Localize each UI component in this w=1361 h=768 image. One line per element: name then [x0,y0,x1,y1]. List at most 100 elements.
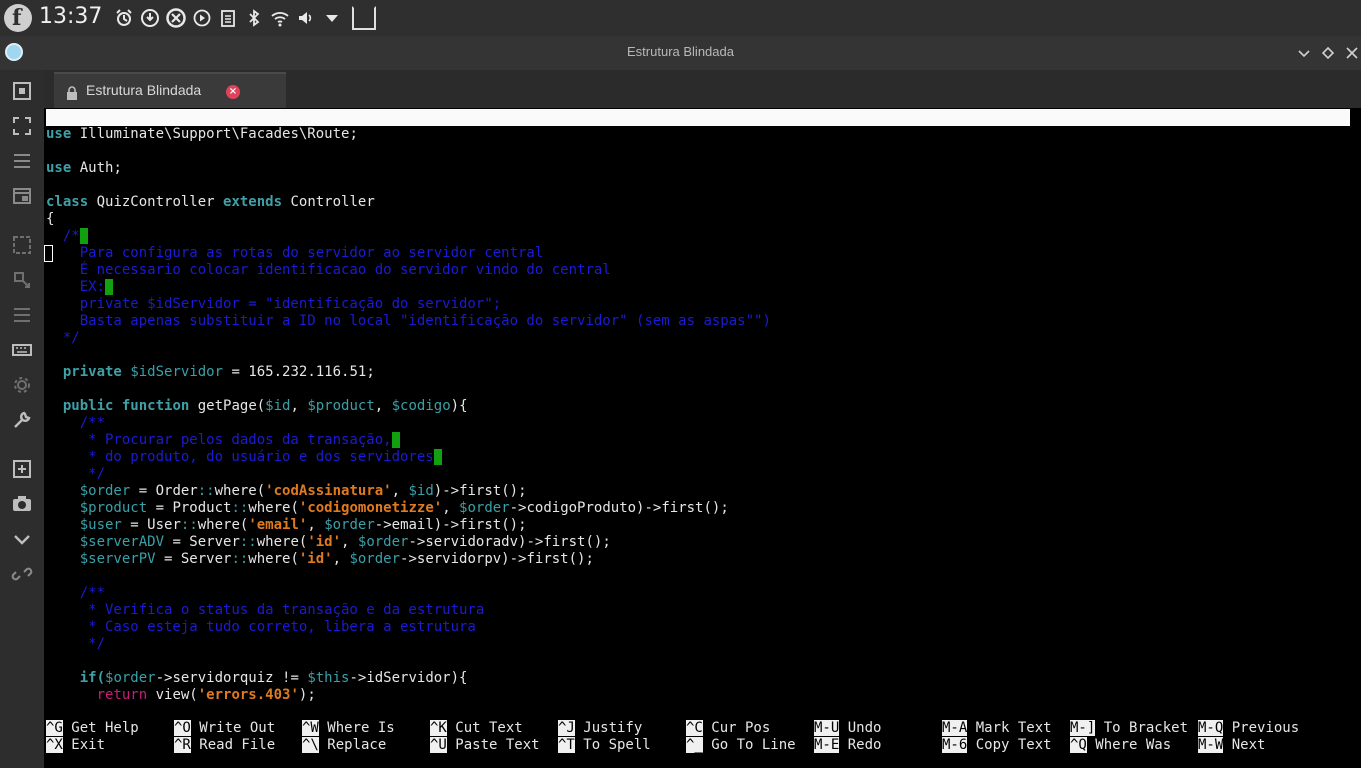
lock-icon [66,85,78,100]
close-tab-icon[interactable]: × [226,85,240,99]
shortcut-label: Where Was [1086,737,1172,753]
show-desktop-icon[interactable] [352,6,376,30]
shortcut-item: ^Q Where Was [1070,737,1171,754]
fedora-logo-icon[interactable]: f [4,4,32,32]
comment-line: /** [46,415,106,431]
code-line: use Illuminate\Support\Facades\Route; [46,126,358,142]
chevron-down-icon[interactable] [11,528,33,550]
volume-icon[interactable] [296,8,316,28]
code-line: $product = Product::where('codigomonetiz… [79,500,729,516]
code-line: if($order->servidorquiz != $this->idServ… [79,670,468,686]
system-panel: f 13:37 [0,0,1361,36]
camera-icon[interactable] [11,493,33,515]
shortcut-label: Get Help [62,720,139,736]
select-area-icon[interactable] [11,234,33,256]
shortcut-label: Redo [839,737,882,753]
shortcut-key: ^Q [1070,737,1087,753]
clipboard-icon[interactable] [218,8,238,28]
list-icon[interactable] [11,304,33,326]
resize-icon[interactable] [11,269,33,291]
shortcut-item: ^K Cut Text [430,720,523,737]
comment-line: Basta apenas substituir a ID no local "i… [46,313,771,329]
maximize-icon[interactable] [1318,43,1338,63]
shortcut-item: ^U Paste Text [430,737,540,754]
minimize-icon[interactable] [1294,43,1314,63]
shortcut-key: ^K [430,720,447,736]
comment-line: * Procurar pelos dados da transação, [46,432,400,449]
shortcut-item: ^W Where Is [302,720,395,737]
shortcut-label: Read File [190,737,276,753]
comment-line: */ [46,466,106,482]
shortcut-label: Cur Pos [702,720,771,736]
nano-title-bar: GNU nano 4.8 QuizController.php [46,109,1350,159]
wrench-icon[interactable] [11,409,33,431]
bluetooth-icon[interactable] [244,8,264,28]
shortcut-key: ^O [174,720,191,736]
alarm-icon[interactable] [114,8,134,28]
code-line: public function getPage($id, $product, $… [62,398,468,414]
comment-line: * Verifica o status da transação e da es… [46,602,485,618]
terminal[interactable]: GNU nano 4.8 QuizController.php use Illu… [44,108,1361,768]
shortcut-key: ^\ [302,737,319,753]
menu-lines-icon[interactable] [11,150,33,172]
side-toolbar [0,70,44,768]
shortcut-label: Mark Text [967,720,1052,736]
shortcut-key: ^_ [686,737,703,753]
comment-line: * Caso esteja tudo correto, libera a est… [46,619,476,635]
window-titlebar[interactable]: Estrutura Blindada [0,36,1361,70]
shortcut-label: Replace [318,737,387,753]
comment-line: private $idServidor = "identificação do … [46,296,502,312]
code-line: $serverPV = Server::where('id', $order->… [79,551,594,567]
wifi-icon[interactable] [270,8,290,28]
window-icon[interactable] [11,185,33,207]
comment-line: É necessario colocar identificacao do se… [46,262,611,278]
comment-line: * do produto, do usuário e dos servidore… [46,449,442,466]
comment-line: */ [46,330,80,346]
shortcut-label: To Bracket [1095,720,1189,736]
code-line: { [46,211,55,227]
shortcut-item: M-E Redo [814,737,881,754]
shortcut-label: Write Out [190,720,276,736]
comment-line: Para configura as rotas do servidor ao s… [46,245,544,261]
shortcut-key: M-W [1198,737,1224,753]
shortcut-item: M-A Mark Text [942,720,1052,737]
shortcut-label: Copy Text [967,737,1052,753]
shortcut-label: To Spell [574,737,651,753]
shortcut-item: M-W Next [1198,737,1265,754]
settings-icon[interactable] [11,374,33,396]
shortcut-key: ^G [46,720,63,736]
disconnect-icon[interactable] [11,563,33,585]
update-icon[interactable] [140,8,160,28]
shortcut-item: ^_ Go To Line [686,737,796,754]
tab-bar: Estrutura Blindada × [44,70,1361,108]
shortcut-item: M-Q Previous [1198,720,1299,737]
focus-icon[interactable] [11,80,33,102]
shortcut-key: ^T [558,737,575,753]
shortcut-item: ^G Get Help [46,720,139,737]
fullscreen-icon[interactable] [11,115,33,137]
shortcut-label: Previous [1223,720,1300,736]
shortcut-item: ^J Justify [558,720,642,737]
shortcut-key: M-U [814,720,840,736]
shortcut-key: ^W [302,720,319,736]
keyboard-icon[interactable] [11,339,33,361]
media-play-icon[interactable] [192,8,212,28]
clock[interactable]: 13:37 [39,4,102,29]
shortcut-label: Go To Line [702,737,796,753]
network-blocked-icon[interactable] [166,8,186,28]
new-tab-icon[interactable] [11,458,33,480]
shortcut-item: ^O Write Out [174,720,275,737]
tab-estrutura-blindada[interactable]: Estrutura Blindada × [54,72,286,108]
shortcut-label: Exit [62,737,106,753]
menu-arrow-icon[interactable] [322,8,342,28]
comment-line: /** [46,585,106,601]
shortcut-label: Next [1223,737,1266,753]
shortcut-key: ^J [558,720,575,736]
close-window-icon[interactable] [1342,43,1361,63]
code-line: $serverADV = Server::where('id', $order-… [79,534,611,550]
nano-filename: QuizController.php [638,143,790,159]
shortcut-key: M-Q [1198,720,1224,736]
code-line: $order = Order::where('codAssinatura', $… [79,483,527,499]
shortcut-key: M-] [1070,720,1096,736]
window-title: Estrutura Blindada [627,44,734,59]
